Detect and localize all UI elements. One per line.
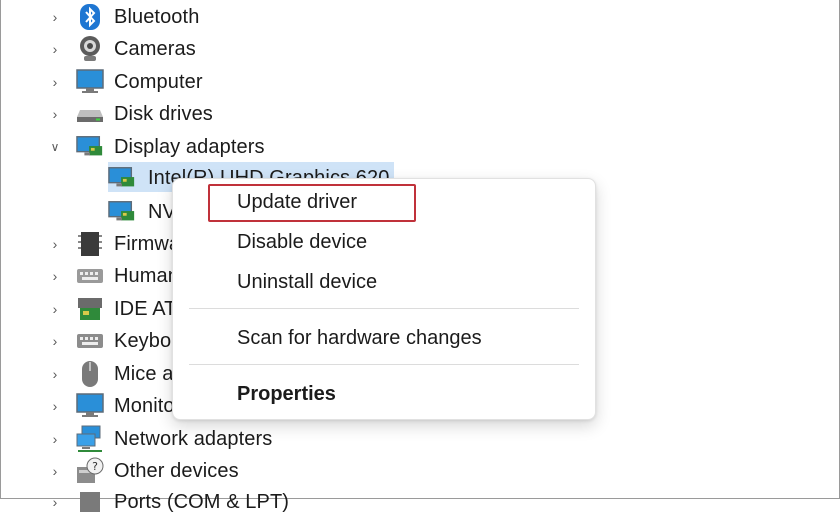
tree-item-label: Network adapters [114, 427, 273, 450]
menu-item-scan-hardware[interactable]: Scan for hardware changes [237, 327, 482, 350]
monitor-icon [76, 392, 104, 420]
chevron-right-icon[interactable]: › [46, 260, 64, 292]
menu-separator [189, 364, 579, 365]
disk-drive-icon [76, 100, 104, 128]
svg-text:?: ? [92, 460, 98, 473]
chevron-right-icon[interactable]: › [46, 325, 64, 357]
update-driver-highlight [208, 184, 416, 222]
chevron-right-icon[interactable]: › [46, 358, 64, 390]
mouse-icon [76, 360, 104, 388]
display-adapter-icon [108, 164, 136, 192]
menu-item-properties[interactable]: Properties [237, 383, 336, 406]
tree-item-label: Bluetooth [114, 5, 200, 28]
chevron-right-icon[interactable]: › [46, 98, 64, 130]
chevron-right-icon[interactable]: › [46, 390, 64, 422]
tree-item-disk-drives[interactable]: › Disk drives [0, 98, 600, 130]
tree-item-label: Ports (COM & LPT) [114, 490, 290, 513]
camera-icon [76, 35, 104, 63]
tree-item-label: Display adapters [114, 135, 265, 158]
chevron-down-icon[interactable]: ∨ [46, 131, 64, 163]
chevron-right-icon[interactable]: › [46, 293, 64, 325]
ide-controller-icon [76, 295, 104, 323]
bluetooth-icon [76, 3, 104, 31]
display-adapter-icon [108, 198, 136, 226]
port-icon [76, 488, 104, 516]
chevron-right-icon[interactable]: › [46, 455, 64, 487]
network-icon [76, 425, 104, 453]
chevron-right-icon[interactable]: › [46, 33, 64, 65]
tree-item-label: Disk drives [114, 102, 213, 125]
keyboard-icon [76, 327, 104, 355]
computer-icon [76, 68, 104, 96]
tree-item-label: Cameras [114, 37, 196, 60]
tree-item-computer[interactable]: › Computer [0, 66, 600, 98]
tree-item-cameras[interactable]: › Cameras [0, 33, 600, 65]
tree-item-ports[interactable]: › Ports (COM & LPT) [0, 486, 600, 518]
display-adapter-icon [76, 133, 104, 161]
keyboard-icon [76, 262, 104, 290]
chevron-right-icon[interactable]: › [46, 66, 64, 98]
chevron-right-icon[interactable]: › [46, 228, 64, 260]
tree-item-bluetooth[interactable]: › Bluetooth [0, 1, 600, 33]
chevron-right-icon[interactable]: › [46, 423, 64, 455]
tree-item-label: Other devices [114, 459, 239, 482]
tree-item-label: Computer [114, 70, 203, 93]
menu-separator [189, 308, 579, 309]
menu-item-disable-device[interactable]: Disable device [237, 231, 367, 254]
unknown-device-icon: ? [76, 457, 104, 485]
tree-item-other-devices[interactable]: › ? Other devices [0, 455, 600, 487]
chevron-right-icon[interactable]: › [46, 1, 64, 33]
tree-item-display-adapters[interactable]: ∨ Display adapters [0, 131, 600, 163]
firmware-icon [76, 230, 104, 258]
chevron-right-icon[interactable]: › [46, 486, 64, 518]
menu-item-uninstall-device[interactable]: Uninstall device [237, 271, 377, 294]
tree-item-network-adapters[interactable]: › Network adapters [0, 423, 600, 455]
